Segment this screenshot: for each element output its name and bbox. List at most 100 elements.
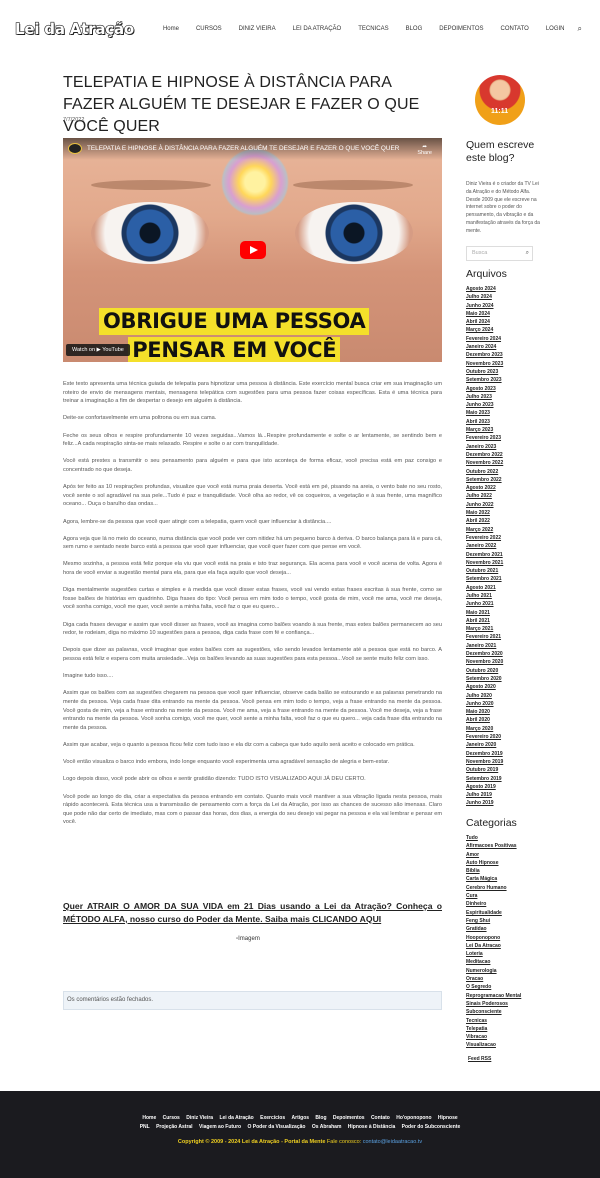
archive-link[interactable]: Outubro 2020 <box>466 667 503 675</box>
footer-link[interactable]: Poder do Subconsciente <box>402 1124 461 1130</box>
share-button[interactable]: ➦ Share <box>417 144 432 156</box>
archive-link[interactable]: Novembro 2019 <box>466 758 503 766</box>
cta-link[interactable]: Quer ATRAIR O AMOR DA SUA VIDA em 21 Dia… <box>63 900 442 925</box>
category-link[interactable]: Afirmacoes Positivas <box>466 842 521 850</box>
archive-link[interactable]: Dezembro 2022 <box>466 451 503 459</box>
archive-link[interactable]: Janeiro 2022 <box>466 542 503 550</box>
category-link[interactable]: Subconsciente <box>466 1008 521 1016</box>
archive-link[interactable]: Janeiro 2024 <box>466 343 503 351</box>
site-logo[interactable]: Lei da Atração <box>14 19 134 38</box>
archive-link[interactable]: Novembro 2021 <box>466 559 503 567</box>
nav-lei-da-atracao[interactable]: LEI DA ATRAÇÃO <box>293 26 342 32</box>
archive-link[interactable]: Abril 2024 <box>466 318 503 326</box>
category-link[interactable]: Oracao <box>466 975 521 983</box>
watch-on-youtube-button[interactable]: Watch on ▶ YouTube <box>66 344 130 356</box>
contact-email-link[interactable]: contato@leidaatracao.tv <box>363 1139 422 1145</box>
archive-link[interactable]: Abril 2022 <box>466 517 503 525</box>
category-link[interactable]: Visualizacao <box>466 1041 521 1049</box>
archive-link[interactable]: Julho 2019 <box>466 791 503 799</box>
category-link[interactable]: O Segredo <box>466 983 521 991</box>
archive-link[interactable]: Maio 2024 <box>466 310 503 318</box>
footer-link[interactable]: Projeção Astral <box>156 1124 193 1130</box>
archive-link[interactable]: Março 2020 <box>466 725 503 733</box>
archive-link[interactable]: Junho 2020 <box>466 700 503 708</box>
archive-link[interactable]: Junho 2024 <box>466 302 503 310</box>
archive-link[interactable]: Dezembro 2023 <box>466 351 503 359</box>
archive-link[interactable]: Setembro 2023 <box>466 376 503 384</box>
nav-blog[interactable]: BLOG <box>406 26 423 32</box>
archive-link[interactable]: Junho 2021 <box>466 600 503 608</box>
archive-link[interactable]: Março 2022 <box>466 526 503 534</box>
archive-link[interactable]: Junho 2022 <box>466 501 503 509</box>
archive-link[interactable]: Julho 2024 <box>466 293 503 301</box>
archive-link[interactable]: Julho 2022 <box>466 492 503 500</box>
footer-link[interactable]: Home <box>142 1115 156 1121</box>
archive-link[interactable]: Fevereiro 2022 <box>466 534 503 542</box>
search-icon[interactable]: ⌕ <box>578 24 582 34</box>
category-link[interactable]: Reprogramacao Mental <box>466 992 521 1000</box>
category-link[interactable]: Sinais Poderosos <box>466 1000 521 1008</box>
archive-link[interactable]: Junho 2023 <box>466 401 503 409</box>
archive-link[interactable]: Agosto 2020 <box>466 683 503 691</box>
archive-link[interactable]: Fevereiro 2023 <box>466 434 503 442</box>
archive-link[interactable]: Setembro 2019 <box>466 775 503 783</box>
archive-link[interactable]: Junho 2019 <box>466 799 503 807</box>
sidebar-search-input[interactable]: Busca ⌕ <box>466 246 533 261</box>
archive-link[interactable]: Abril 2020 <box>466 716 503 724</box>
archive-link[interactable]: Março 2024 <box>466 326 503 334</box>
archive-link[interactable]: Agosto 2024 <box>466 285 503 293</box>
footer-link[interactable]: Blog <box>315 1115 326 1121</box>
category-link[interactable]: Cura <box>466 892 521 900</box>
archive-link[interactable]: Julho 2021 <box>466 592 503 600</box>
footer-link[interactable]: Diniz Vieira <box>186 1115 213 1121</box>
archive-link[interactable]: Outubro 2021 <box>466 567 503 575</box>
archive-link[interactable]: Outubro 2022 <box>466 468 503 476</box>
footer-link[interactable]: Depoimentos <box>333 1115 365 1121</box>
archive-link[interactable]: Julho 2023 <box>466 393 503 401</box>
archive-link[interactable]: Outubro 2019 <box>466 766 503 774</box>
category-link[interactable]: Telepatia <box>466 1025 521 1033</box>
archive-link[interactable]: Abril 2023 <box>466 418 503 426</box>
sidebar-search-icon[interactable]: ⌕ <box>526 250 529 257</box>
category-link[interactable]: Espiritualidade <box>466 909 521 917</box>
category-link[interactable]: Amor <box>466 851 521 859</box>
archive-link[interactable]: Maio 2020 <box>466 708 503 716</box>
category-link[interactable]: Loteria <box>466 950 521 958</box>
category-link[interactable]: Dinheiro <box>466 900 521 908</box>
archive-link[interactable]: Agosto 2022 <box>466 484 503 492</box>
footer-link[interactable]: O Poder da Visualização <box>247 1124 305 1130</box>
archive-link[interactable]: Janeiro 2021 <box>466 642 503 650</box>
archive-link[interactable]: Setembro 2020 <box>466 675 503 683</box>
video-embed[interactable]: TELEPATIA E HIPNOSE À DISTÂNCIA PARA FAZ… <box>63 138 442 362</box>
feed-rss-link[interactable]: Feed RSS <box>468 1056 491 1062</box>
category-link[interactable]: Carta Mágica <box>466 875 521 883</box>
archive-link[interactable]: Outubro 2023 <box>466 368 503 376</box>
category-link[interactable]: Lei Da Atracao <box>466 942 521 950</box>
archive-link[interactable]: Março 2023 <box>466 426 503 434</box>
category-link[interactable]: Cerebro Humano <box>466 884 521 892</box>
nav-tecnicas[interactable]: TECNICAS <box>358 26 388 32</box>
footer-link[interactable]: Viagem ao Futuro <box>199 1124 241 1130</box>
archive-link[interactable]: Novembro 2023 <box>466 360 503 368</box>
footer-link[interactable]: Contato <box>371 1115 390 1121</box>
category-link[interactable]: Hooponopono <box>466 934 521 942</box>
nav-depoimentos[interactable]: DEPOIMENTOS <box>439 26 483 32</box>
archive-link[interactable]: Fevereiro 2020 <box>466 733 503 741</box>
archive-link[interactable]: Agosto 2023 <box>466 385 503 393</box>
category-link[interactable]: Bíblia <box>466 867 521 875</box>
nav-login[interactable]: LOGIN <box>546 26 565 32</box>
archive-link[interactable]: Agosto 2021 <box>466 584 503 592</box>
archive-link[interactable]: Maio 2022 <box>466 509 503 517</box>
footer-link[interactable]: Hipnose <box>438 1115 458 1121</box>
footer-link[interactable]: Os Abraham <box>312 1124 342 1130</box>
archive-link[interactable]: Novembro 2020 <box>466 658 503 666</box>
archive-link[interactable]: Janeiro 2020 <box>466 741 503 749</box>
footer-link[interactable]: Hipnose à Distância <box>348 1124 396 1130</box>
archive-link[interactable]: Maio 2021 <box>466 609 503 617</box>
archive-link[interactable]: Novembro 2022 <box>466 459 503 467</box>
play-button-icon[interactable] <box>240 241 266 259</box>
archive-link[interactable]: Março 2021 <box>466 625 503 633</box>
footer-link[interactable]: Cursos <box>163 1115 180 1121</box>
nav-cursos[interactable]: CURSOS <box>196 26 222 32</box>
channel-icon[interactable] <box>68 143 82 154</box>
